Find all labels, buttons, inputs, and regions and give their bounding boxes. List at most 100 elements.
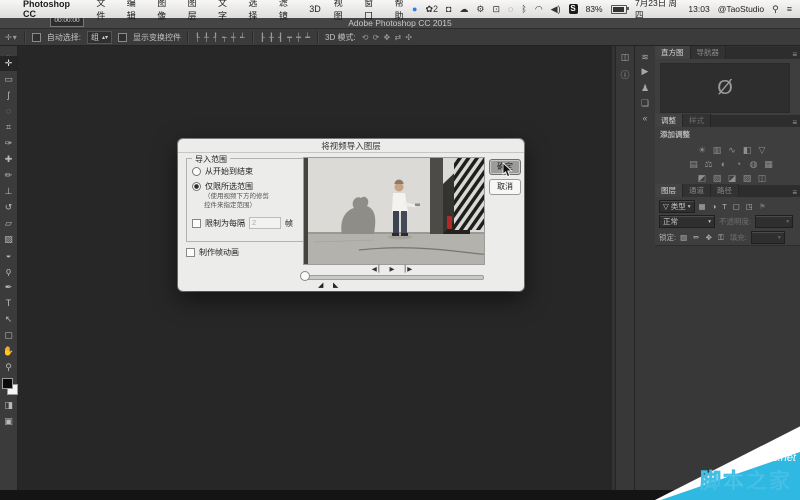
radio-selected-range-label[interactable]: 仅限所选范围 <box>205 181 253 192</box>
layer-filter-dropdown[interactable]: ▽ 类型▾ <box>659 200 695 213</box>
shape-tool[interactable]: ▢ <box>0 328 17 343</box>
selective-color-icon[interactable]: ◫ <box>755 173 770 184</box>
lock-buttons[interactable]: ▨ ✏ ✥ ⚿ <box>680 233 726 243</box>
move-tool[interactable]: ✛ <box>0 56 17 71</box>
video-scrub-track[interactable] <box>304 275 484 280</box>
eraser-tool[interactable]: ▱ <box>0 216 17 231</box>
screen-mode-button[interactable]: ▣ <box>0 414 17 429</box>
tab-navigator[interactable]: 导航器 <box>691 46 727 59</box>
info-panel-icon[interactable]: ⓘ <box>616 68 634 81</box>
trim-out-handle[interactable]: ◣ <box>333 281 338 289</box>
menu-window[interactable]: 窗口 <box>364 0 381 22</box>
tab-histogram[interactable]: 直方图 <box>655 46 691 59</box>
display-icon[interactable]: ⊡ <box>493 5 501 14</box>
tab-channels[interactable]: 通道 <box>683 184 711 197</box>
menu-date[interactable]: 7月23日 周四 <box>635 0 680 21</box>
blur-tool[interactable]: ◒ <box>0 248 17 263</box>
brushes-panel-icon[interactable]: ≋ <box>636 52 654 63</box>
wifi-icon[interactable]: ◠ <box>535 5 543 14</box>
notification-center-icon[interactable]: ≡ <box>787 5 792 14</box>
tab-layers[interactable]: 图层 <box>655 184 683 197</box>
panel-menu-icon[interactable]: ≡ <box>792 50 800 59</box>
gear-icon[interactable]: ⚙ <box>476 5 484 14</box>
battery-icon[interactable] <box>611 5 627 14</box>
cloud-icon[interactable]: ☁ <box>459 5 468 14</box>
limit-frames-input[interactable]: 2 <box>249 217 281 229</box>
panel-menu-icon[interactable]: ≡ <box>792 118 800 127</box>
menu-view[interactable]: 视图 <box>334 0 351 22</box>
paw-icon[interactable]: ✿2 <box>425 5 438 14</box>
panel-menu-icon[interactable]: ≡ <box>792 188 800 197</box>
history-brush-tool[interactable]: ↺ <box>0 200 17 215</box>
blend-mode-select[interactable]: 正常▾ <box>659 215 715 228</box>
show-transform-checkbox[interactable] <box>118 33 127 42</box>
3d-mode-buttons[interactable]: ⟲ ⟳ ✥ ⇄ ✣ <box>362 33 413 42</box>
menu-type[interactable]: 文字 <box>218 0 235 22</box>
filter-toggle-icon[interactable]: ⚑ <box>759 202 766 211</box>
lasso-tool[interactable]: ʃ <box>0 88 17 103</box>
make-frame-animation-checkbox[interactable] <box>186 248 195 257</box>
sync-icon[interactable]: ◌ <box>508 5 513 14</box>
hand-tool[interactable]: ✋ <box>0 344 17 359</box>
brush-tool[interactable]: ✏ <box>0 168 17 183</box>
eyedropper-tool[interactable]: ✑ <box>0 136 17 151</box>
gradient-tool[interactable]: ▨ <box>0 232 17 247</box>
menu-user[interactable]: @TaoStudio <box>718 4 764 14</box>
make-frame-animation-label[interactable]: 制作帧动画 <box>199 247 239 258</box>
bluetooth-icon[interactable]: ᛒ <box>521 5 526 14</box>
dodge-tool[interactable]: ϙ <box>0 264 17 279</box>
path-select-tool[interactable]: ↖ <box>0 312 17 327</box>
radio-from-beginning[interactable] <box>192 167 201 176</box>
crop-tool[interactable]: ⌗ <box>0 120 17 135</box>
threshold-icon[interactable]: ◪ <box>725 173 740 184</box>
foreground-color-swatch[interactable] <box>2 378 13 389</box>
character-panel-icon[interactable]: ♟ <box>636 83 654 94</box>
step-back-button[interactable]: ◀▏ <box>372 266 386 273</box>
marquee-tool[interactable]: ▭ <box>0 72 17 87</box>
tab-paths[interactable]: 路径 <box>711 184 739 197</box>
type-tool[interactable]: T <box>0 296 17 311</box>
menu-3d[interactable]: 3D <box>309 4 321 14</box>
volume-icon[interactable]: ◀) <box>551 5 561 14</box>
menu-file[interactable]: 文件 <box>96 0 113 22</box>
trim-in-handle[interactable]: ◢ <box>318 281 323 289</box>
auto-select-checkbox[interactable] <box>32 33 41 42</box>
menu-help[interactable]: 帮助 <box>395 0 412 22</box>
camera-icon[interactable]: ◘ <box>446 5 451 14</box>
3d-panel-icon[interactable]: ❏ <box>636 98 654 109</box>
limit-frames-checkbox[interactable] <box>192 219 201 228</box>
menu-filter[interactable]: 滤镜 <box>279 0 296 22</box>
cancel-button[interactable]: 取消 <box>489 179 521 195</box>
layer-filter-buttons[interactable]: ▦ ◑ T ▢ ◳ <box>699 202 755 211</box>
collapse-panels-icon[interactable]: « <box>636 113 654 123</box>
quick-mask-button[interactable]: ◨ <box>0 398 17 413</box>
opacity-select[interactable]: ▾ <box>755 215 793 228</box>
histogram-panel-icon[interactable]: ◫ <box>616 52 634 63</box>
menu-time[interactable]: 13:03 <box>688 4 709 14</box>
radio-selected-range[interactable] <box>192 182 201 191</box>
tab-styles[interactable]: 样式 <box>683 114 711 127</box>
menu-select[interactable]: 选择 <box>248 0 265 22</box>
zoom-tool[interactable]: ⚲ <box>0 360 17 375</box>
play-button[interactable]: ▶ <box>390 266 397 273</box>
tab-adjustments[interactable]: 调整 <box>655 114 683 127</box>
menu-layer[interactable]: 图层 <box>188 0 205 22</box>
spotlight-icon[interactable]: ⚲ <box>772 5 779 14</box>
video-scrub-handle[interactable] <box>300 271 310 281</box>
pen-tool[interactable]: ✒ <box>0 280 17 295</box>
invert-icon[interactable]: ◩ <box>695 173 710 184</box>
align-buttons[interactable]: ┞ ╀ ┦ ┭ ┽ ┵ <box>195 33 246 42</box>
gradient-map-icon[interactable]: ▨ <box>740 173 755 184</box>
healing-brush-tool[interactable]: ✚ <box>0 152 17 167</box>
quick-selection-tool[interactable]: ◌ <box>0 104 17 119</box>
clone-stamp-tool[interactable]: ⊥ <box>0 184 17 199</box>
auto-select-dropdown[interactable]: 组▴▾ <box>87 31 112 44</box>
radio-from-beginning-label[interactable]: 从开始到结束 <box>205 166 253 177</box>
posterize-icon[interactable]: ▧ <box>710 173 725 184</box>
limit-frames-label[interactable]: 限制为每隔 <box>205 218 245 229</box>
input-method-icon[interactable]: S <box>569 4 578 14</box>
distribute-buttons[interactable]: ┠ ╂ ┨ ┯ ┿ ┷ <box>260 33 311 42</box>
fill-select[interactable]: ▾ <box>751 231 785 244</box>
timeline-panel-icon[interactable]: ▶ <box>636 66 654 77</box>
menu-edit[interactable]: 编辑 <box>127 0 144 22</box>
